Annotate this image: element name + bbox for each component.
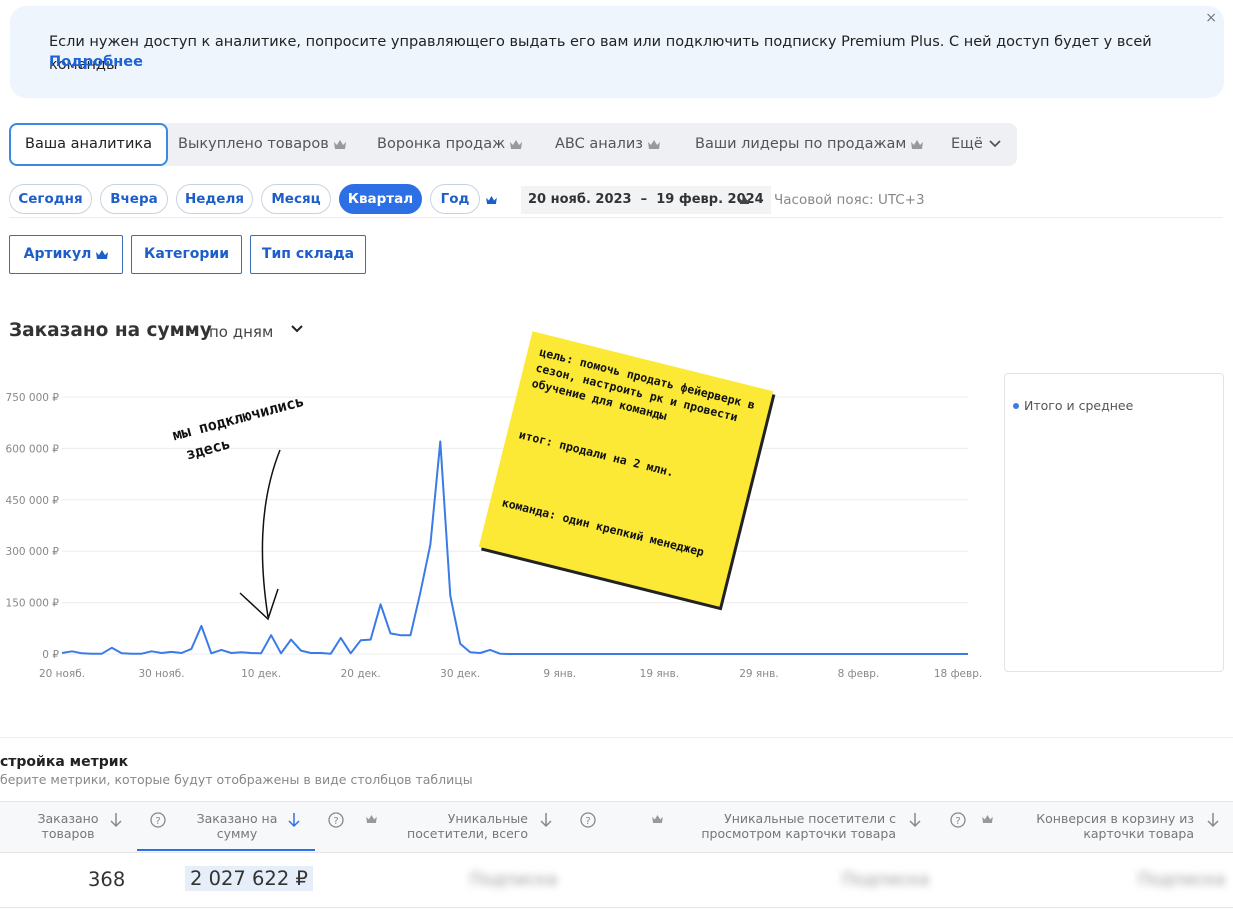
svg-text:?: ? — [155, 816, 160, 827]
divider — [0, 737, 1233, 738]
metric-value-orders-sum: 2 027 622 ₽ — [185, 866, 313, 891]
crown-icon — [648, 139, 660, 149]
legend-marker — [1013, 403, 1019, 409]
column-header[interactable]: Конверсия в корзину из карточки товара — [994, 811, 1194, 841]
tab-label: ABC анализ — [555, 136, 643, 152]
chart-legend — [1004, 373, 1224, 672]
filter-article[interactable]: Артикул — [9, 235, 123, 274]
filter-label: Артикул — [23, 246, 92, 262]
sort-arrow-icon[interactable] — [539, 812, 553, 828]
chevron-down-icon[interactable] — [290, 322, 304, 336]
tab-label: Ещё — [951, 136, 983, 152]
divider — [9, 217, 1223, 218]
tab-more[interactable]: Ещё — [951, 123, 1001, 166]
x-tick-label: 20 нояб. — [39, 668, 85, 680]
period-week[interactable]: Неделя — [176, 184, 253, 214]
crown-icon — [739, 196, 750, 204]
period-month[interactable]: Месяц — [261, 184, 331, 214]
tab-abc-analysis[interactable]: ABC анализ — [555, 123, 660, 166]
sort-arrow-icon[interactable] — [109, 812, 123, 828]
note-result: итог: продали на 2 млн. — [517, 427, 676, 480]
y-tick-label: 300 000 ₽ — [6, 546, 60, 558]
column-header[interactable]: Заказано товаров — [28, 811, 108, 841]
y-tick-label: 450 000 ₽ — [6, 495, 60, 507]
chevron-down-icon — [989, 140, 1001, 148]
y-tick-label: 0 ₽ — [42, 649, 59, 661]
close-icon[interactable]: × — [1205, 10, 1217, 26]
period-quarter[interactable]: Квартал — [339, 184, 422, 214]
x-tick-label: 29 янв. — [739, 668, 778, 680]
help-icon[interactable]: ? — [150, 812, 166, 828]
x-tick-label: 30 нояб. — [138, 668, 184, 680]
timezone-label: Часовой пояс: UTC+3 — [774, 192, 925, 208]
y-tick-label: 750 000 ₽ — [6, 392, 60, 404]
column-header[interactable]: Заказано на сумму — [188, 811, 286, 841]
help-icon[interactable]: ? — [580, 812, 596, 828]
tab-sales-funnel[interactable]: Воронка продаж — [377, 123, 523, 166]
x-tick-label: 20 дек. — [341, 668, 381, 680]
crown-icon — [911, 139, 924, 149]
metric-value-locked: Подписка — [1138, 870, 1226, 890]
note-goal: цель: помочь продать фейерверк в сезон, … — [530, 344, 757, 425]
tab-label: Ваши лидеры по продажам — [695, 136, 907, 152]
x-tick-label: 8 февр. — [838, 668, 880, 680]
filter-categories[interactable]: Категории — [131, 235, 242, 274]
tab-your-analytics[interactable]: Ваша аналитика — [9, 123, 169, 166]
tab-label: Выкуплено товаров — [178, 136, 329, 152]
svg-text:?: ? — [955, 816, 960, 827]
tab-bought-out[interactable]: Выкуплено товаров — [178, 123, 346, 166]
x-tick-label: 9 янв. — [543, 668, 576, 680]
crown-icon — [510, 139, 523, 149]
crown-icon — [982, 815, 993, 823]
date-range-picker[interactable]: 20 нояб. 2023 – 19 февр. 2024 — [521, 186, 771, 214]
sort-arrow-icon[interactable] — [287, 812, 301, 828]
x-tick-label: 10 дек. — [241, 668, 281, 680]
column-header[interactable]: Уникальные посетители с просмотром карто… — [664, 811, 896, 841]
banner-text: Если нужен доступ к аналитике, попросите… — [49, 34, 1152, 73]
column-header[interactable]: Уникальные посетители, всего — [378, 811, 528, 841]
x-tick-label: 30 дек. — [440, 668, 480, 680]
annotation-arrow — [239, 449, 281, 621]
period-year[interactable]: Год — [430, 184, 480, 214]
metric-value-locked: Подписка — [842, 870, 930, 890]
x-tick-label: 18 февр. — [934, 668, 982, 680]
crown-icon — [366, 815, 377, 823]
banner-more-link[interactable]: Подробнее — [49, 54, 143, 70]
metrics-subtitle: берите метрики, которые будут отображены… — [0, 772, 473, 787]
filter-warehouse-type[interactable]: Тип склада — [250, 235, 366, 274]
metric-value-locked: Подписка — [470, 870, 558, 890]
y-tick-label: 600 000 ₽ — [6, 443, 60, 455]
crown-icon — [486, 196, 497, 204]
period-yesterday[interactable]: Вчера — [100, 184, 168, 214]
tab-sales-leaders[interactable]: Ваши лидеры по продажам — [695, 123, 924, 166]
svg-text:?: ? — [333, 816, 338, 827]
metric-value-orders-count: 368 — [88, 868, 126, 891]
metrics-title: стройка метрик — [0, 754, 129, 770]
sort-arrow-icon[interactable] — [908, 812, 922, 828]
chart-title: Заказано на сумму — [9, 320, 212, 341]
crown-icon — [96, 249, 109, 259]
sort-arrow-icon[interactable] — [1206, 812, 1220, 828]
note-team: команда: один крепкий менеджер — [500, 495, 706, 560]
help-icon[interactable]: ? — [950, 812, 966, 828]
active-column-indicator — [137, 849, 315, 851]
tab-label: Ваша аналитика — [25, 136, 153, 152]
granularity-select[interactable]: по дням — [209, 323, 273, 341]
analytics-tabs: Ваша аналитика Выкуплено товаров Воронка… — [9, 123, 1017, 166]
divider — [0, 907, 1233, 908]
crown-icon — [652, 815, 663, 823]
period-today[interactable]: Сегодня — [9, 184, 92, 214]
legend-item[interactable]: Итого и среднее — [1024, 398, 1133, 413]
svg-text:?: ? — [585, 816, 590, 827]
y-tick-label: 150 000 ₽ — [6, 598, 60, 610]
x-tick-label: 19 янв. — [640, 668, 679, 680]
tab-label: Воронка продаж — [377, 136, 506, 152]
help-icon[interactable]: ? — [328, 812, 344, 828]
crown-icon — [333, 139, 346, 149]
